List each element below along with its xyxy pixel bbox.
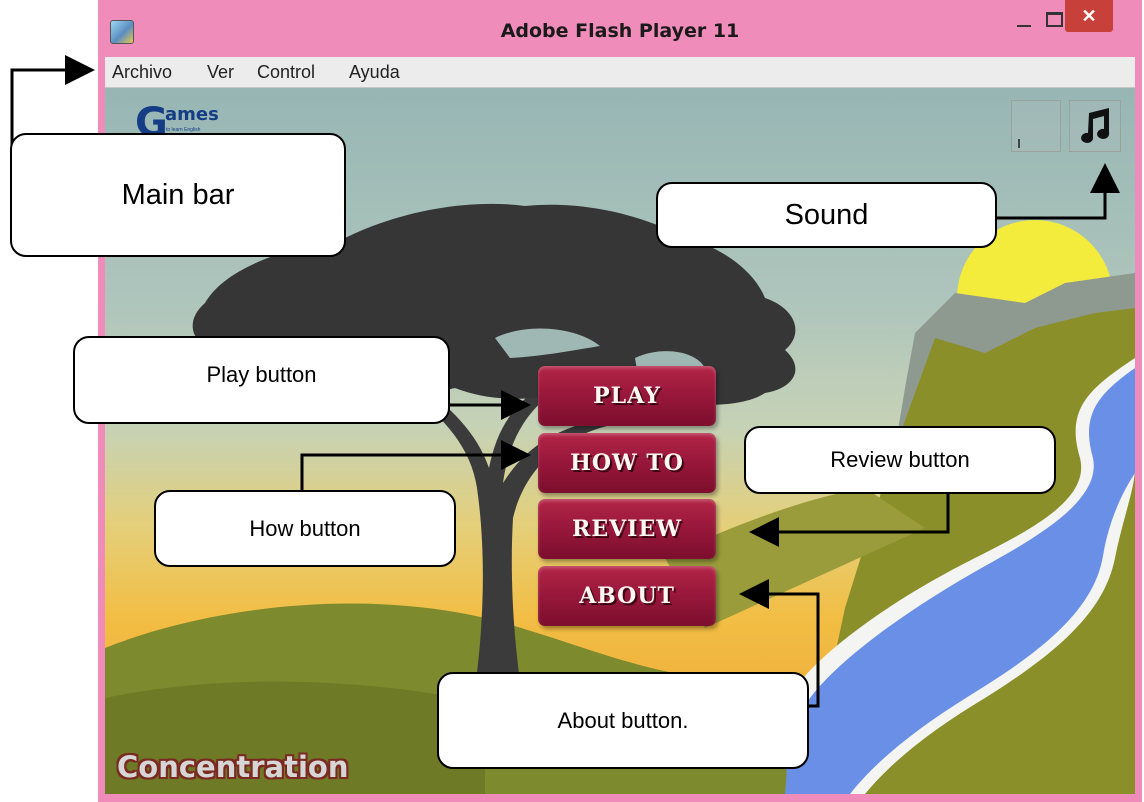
callout-sound: Sound xyxy=(656,182,997,248)
arrow-sound xyxy=(993,163,1120,220)
callout-main-bar: Main bar xyxy=(10,133,346,257)
arrow-how xyxy=(300,440,531,490)
callout-how-button: How button xyxy=(154,490,456,567)
arrow-review xyxy=(749,490,950,547)
callout-about-button: About button. xyxy=(437,672,809,769)
callout-play-button: Play button xyxy=(73,336,450,424)
callout-review-button: Review button xyxy=(744,426,1056,494)
